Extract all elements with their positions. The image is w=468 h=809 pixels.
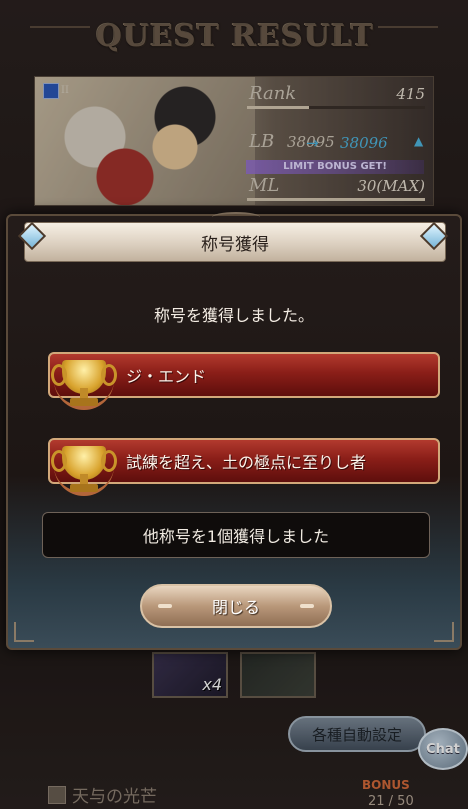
acquired-title-name: ジ・エンド: [126, 367, 207, 386]
close-button[interactable]: 閉じる: [140, 584, 332, 628]
other-titles-notice: 他称号を1個獲得しました: [42, 512, 430, 558]
title-acquired-dialog: 称号獲得 称号を獲得しました。 ジ・エンド 試練を超え、土の極点に至りし者 他称…: [6, 212, 462, 650]
trophy-base: [70, 398, 98, 406]
corner-ornament-right: [434, 622, 454, 642]
trophy-icon: [44, 426, 124, 500]
acquired-title-name: 試練を超え、土の極点に至りし者: [126, 453, 367, 472]
dialog-top-ornament: [212, 212, 260, 222]
dialog-header: 称号獲得: [24, 222, 446, 262]
trophy-icon: [44, 340, 124, 414]
dialog-message: 称号を獲得しました。: [153, 306, 314, 325]
trophy-base: [70, 484, 98, 492]
dialog-title: 称号獲得: [201, 234, 269, 255]
corner-ornament-left: [14, 622, 34, 642]
